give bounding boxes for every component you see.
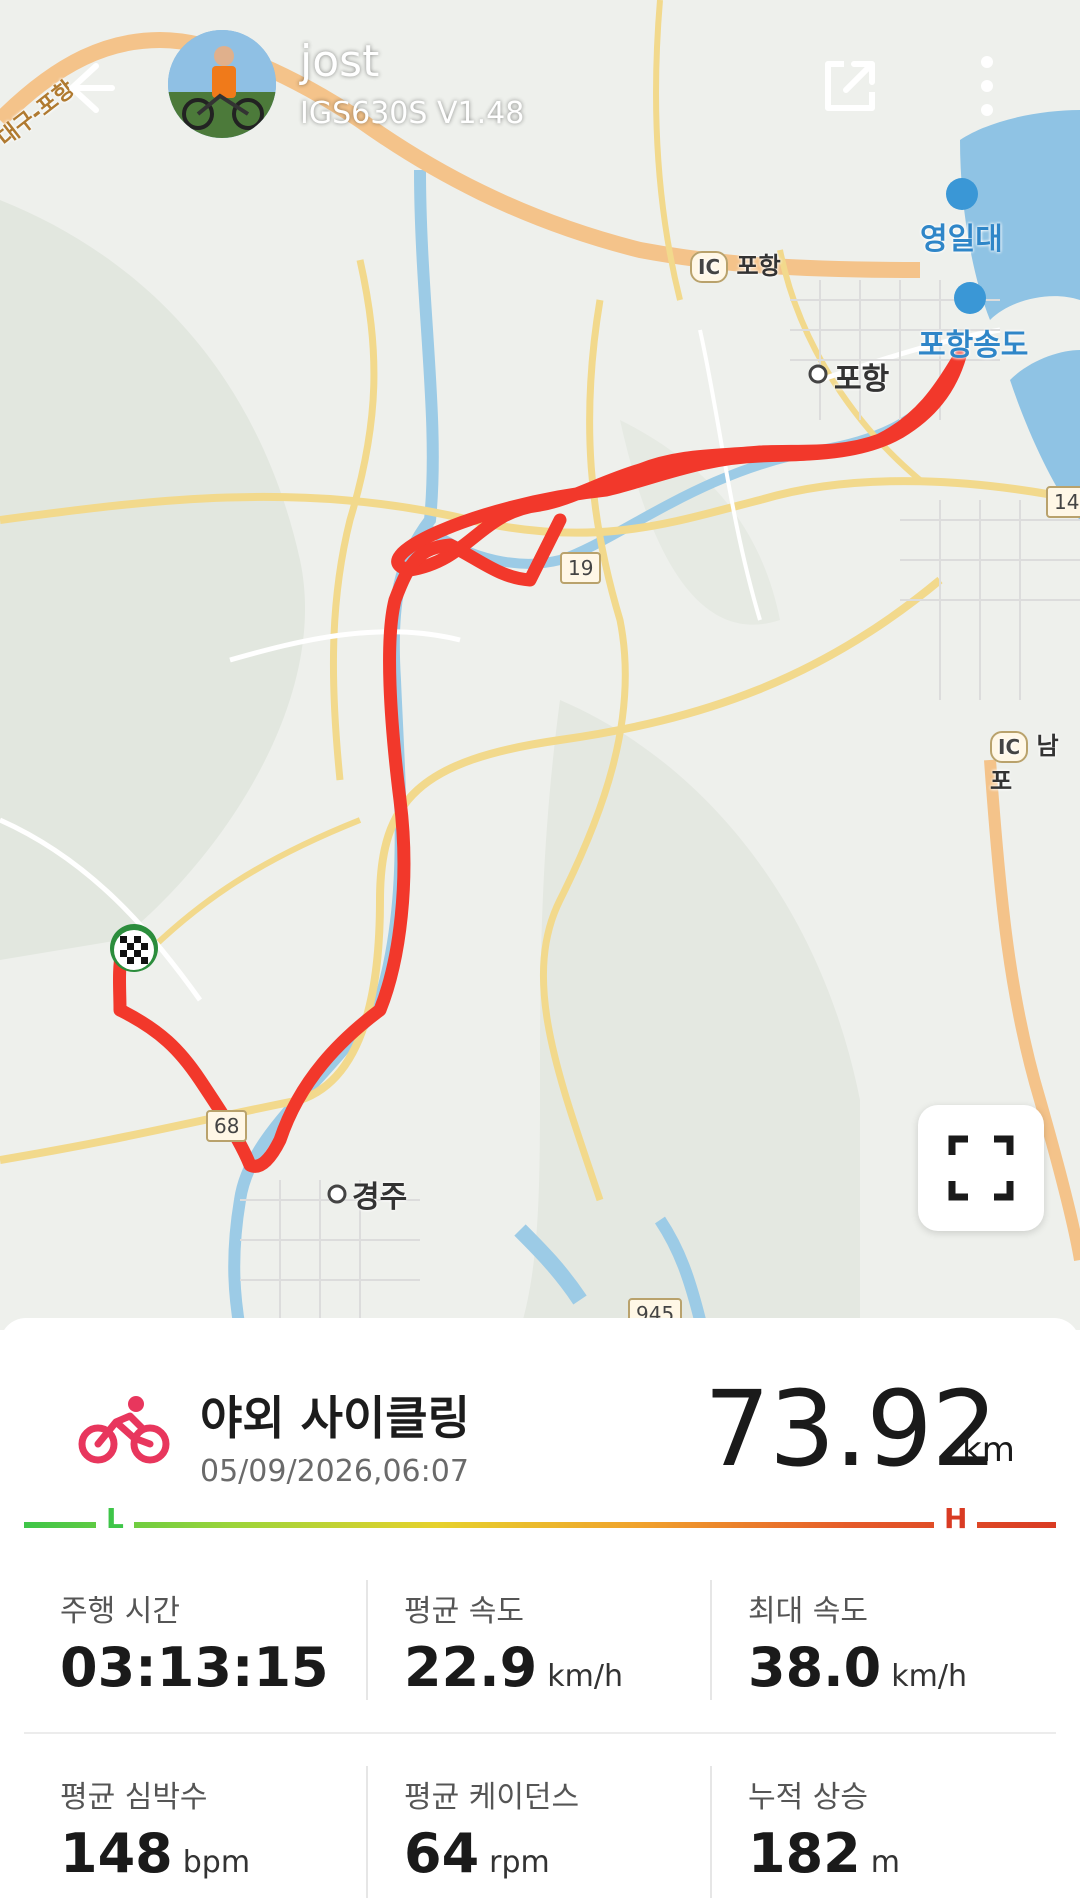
route-map[interactable]: 영일대 포항송도 포항 IC 포항 경주 IC 남포 대구-포항 19 68 9…: [0, 0, 1080, 1330]
distance-value: 73.92: [704, 1368, 998, 1490]
road-badge-68: 68: [206, 1110, 248, 1142]
share-button[interactable]: [814, 50, 886, 122]
metric-ride-time: 주행 시간 03:13:15: [60, 1586, 329, 1699]
intensity-gradient-bar: [24, 1522, 1056, 1528]
road-badge-14: 14: [1046, 486, 1080, 518]
metric-number: 64: [404, 1822, 480, 1885]
metric-unit: km/h: [547, 1659, 623, 1694]
metric-value: 182 m: [748, 1822, 900, 1885]
profile-photo: [168, 30, 276, 138]
divider: [710, 1766, 712, 1898]
back-arrow-icon: [69, 63, 115, 113]
more-vertical-icon: [981, 56, 993, 116]
activity-datetime: 05/09/2026,06:07: [200, 1454, 469, 1489]
metric-value: 22.9 km/h: [404, 1636, 623, 1699]
map-label-yeongildae: 영일대: [920, 222, 1003, 257]
avatar[interactable]: [168, 30, 276, 138]
divider: [366, 1766, 368, 1898]
metric-avg-speed: 평균 속도 22.9 km/h: [404, 1586, 623, 1699]
metric-value: 148 bpm: [60, 1822, 250, 1885]
finish-flag-icon: [110, 924, 158, 972]
metric-number: 182: [748, 1822, 861, 1885]
metric-value: 38.0 km/h: [748, 1636, 967, 1699]
metric-unit: bpm: [182, 1845, 251, 1880]
metric-total-ascent: 누적 상승 182 m: [748, 1772, 900, 1885]
top-bar: jost IGS630S V1.48: [0, 0, 1080, 200]
metric-label: 평균 심박수: [60, 1780, 208, 1815]
bicycle-icon: [78, 1394, 170, 1464]
metric-avg-heart-rate: 평균 심박수 148 bpm: [60, 1772, 250, 1885]
divider: [710, 1580, 712, 1700]
intensity-low-label: L: [96, 1502, 134, 1535]
fullscreen-button[interactable]: [918, 1105, 1044, 1231]
divider: [366, 1580, 368, 1700]
ic-badge: IC: [690, 251, 729, 283]
metric-label: 누적 상승: [748, 1780, 868, 1815]
activity-summary-sheet: 야외 사이클링 05/09/2026,06:07 73.92 km L H 주행…: [0, 1318, 1080, 1898]
intensity-high-label: H: [934, 1502, 978, 1535]
metric-label: 주행 시간: [60, 1594, 180, 1629]
map-label-pohang-ic: IC 포항: [690, 246, 781, 283]
distance-unit: km: [962, 1430, 1015, 1470]
more-options-button[interactable]: [962, 50, 1012, 122]
ic-badge: IC: [990, 731, 1029, 763]
map-label-nampo: IC 남포: [990, 726, 1080, 796]
metric-value: 64 rpm: [404, 1822, 579, 1885]
row-divider: [24, 1732, 1056, 1734]
metric-number: 38.0: [748, 1636, 882, 1699]
metric-unit: km/h: [891, 1659, 967, 1694]
device-name: IGS630S V1.48: [300, 96, 525, 131]
metric-value: 03:13:15: [60, 1636, 329, 1699]
metric-number: 148: [60, 1822, 173, 1885]
metric-label: 평균 케이던스: [404, 1780, 580, 1815]
metric-unit: rpm: [489, 1845, 550, 1880]
metric-number: 03:13:15: [60, 1636, 329, 1699]
map-label-pohang-city: 포항: [834, 362, 890, 397]
road-badge-19: 19: [560, 552, 602, 584]
ic-name: 포항: [736, 252, 781, 280]
back-button[interactable]: [52, 52, 124, 124]
metric-label: 최대 속도: [748, 1594, 868, 1629]
metric-number: 22.9: [404, 1636, 538, 1699]
share-icon: [825, 61, 875, 111]
metric-max-speed: 최대 속도 38.0 km/h: [748, 1586, 967, 1699]
metric-unit: m: [870, 1845, 900, 1880]
fullscreen-icon: [948, 1135, 1014, 1201]
metric-avg-cadence: 평균 케이던스 64 rpm: [404, 1772, 579, 1885]
activity-type: 야외 사이클링: [200, 1391, 470, 1445]
username: jost: [300, 36, 380, 87]
map-label-pohang-songdo: 포항송도: [918, 328, 1029, 363]
map-label-gyeongju: 경주: [352, 1180, 408, 1215]
metric-label: 평균 속도: [404, 1594, 524, 1629]
